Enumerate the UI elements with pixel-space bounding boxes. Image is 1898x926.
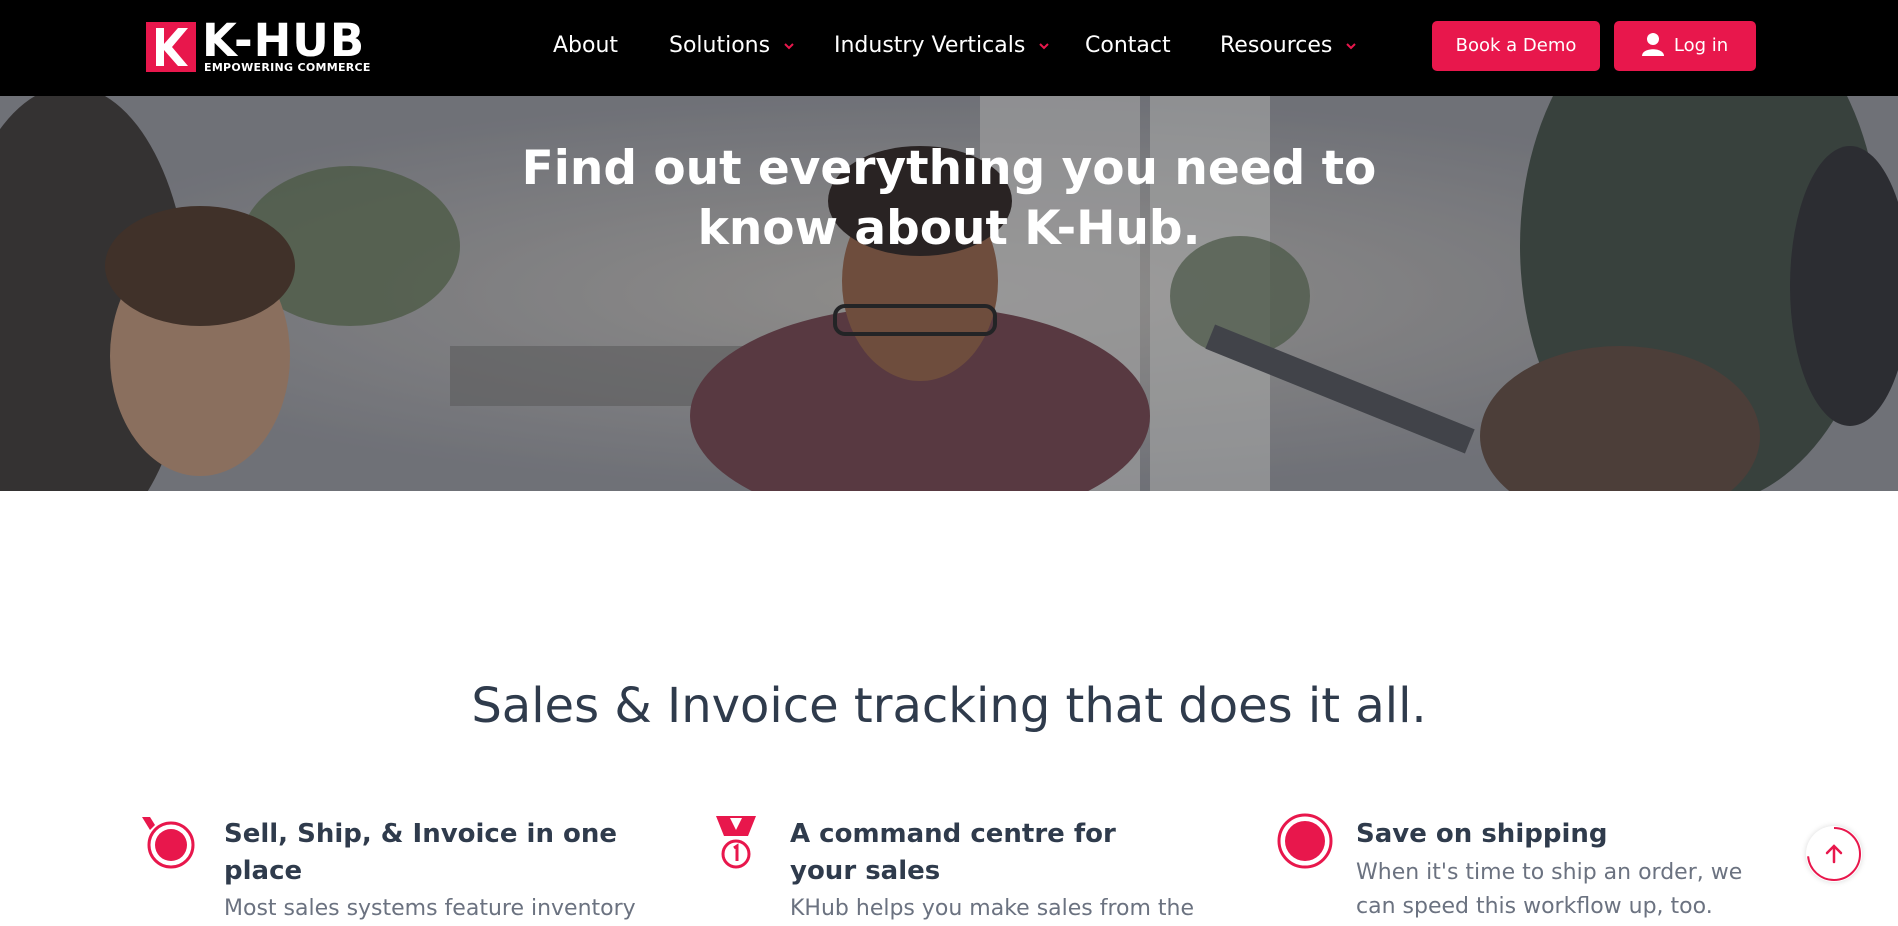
hero-title: Find out everything you need to know abo… xyxy=(521,141,1377,257)
section-title: Sales & Invoice tracking that does it al… xyxy=(471,677,1427,734)
login-label: Log in xyxy=(1673,35,1729,56)
nav-item-industry-verticals[interactable]: Industry Verticals xyxy=(834,28,1050,64)
book-demo-label: Book a Demo xyxy=(1455,35,1577,56)
logo-wordmark: K-HUB xyxy=(202,14,366,67)
feature-text: When it's time to ship an order, we can … xyxy=(1356,860,1743,919)
target-icon xyxy=(142,817,195,869)
chevron-down-icon xyxy=(784,42,794,49)
nav-item-label: Contact xyxy=(1085,33,1171,58)
top-navbar: K-HUB EMPOWERING COMMERCE About Solution… xyxy=(0,0,1898,96)
feature-text: KHub helps you make sales from the xyxy=(790,896,1195,921)
khub-logo[interactable]: K-HUB EMPOWERING COMMERCE xyxy=(146,16,376,74)
circle-icon xyxy=(1277,813,1333,869)
feature-text: Most sales systems feature inventory xyxy=(224,896,636,921)
nav-item-contact[interactable]: Contact xyxy=(1085,28,1171,64)
nav-item-label: Resources xyxy=(1220,33,1333,58)
nav-item-resources[interactable]: Resources xyxy=(1220,28,1357,64)
nav-item-label: About xyxy=(553,33,619,58)
feature-title: A command centre for your sales xyxy=(790,819,1116,886)
nav-item-label: Industry Verticals xyxy=(834,33,1026,58)
logo-mark-icon xyxy=(146,22,196,72)
book-demo-button[interactable]: Book a Demo xyxy=(1432,21,1600,71)
chevron-down-icon xyxy=(1039,42,1050,49)
login-button[interactable]: Log in xyxy=(1614,21,1756,71)
user-icon xyxy=(1641,33,1664,56)
nav-item-about[interactable]: About xyxy=(553,28,618,64)
nav-item-solutions[interactable]: Solutions xyxy=(669,28,794,64)
feature-title: Save on shipping xyxy=(1356,819,1608,849)
scroll-to-top-button[interactable] xyxy=(1806,826,1862,882)
medal-icon xyxy=(716,816,756,869)
arrow-up-icon xyxy=(1807,827,1861,881)
feature-title: Sell, Ship, & Invoice in one place xyxy=(224,819,618,886)
logo-tagline: EMPOWERING COMMERCE xyxy=(204,61,371,74)
chevron-down-icon xyxy=(1346,42,1357,49)
hero-banner: Find out everything you need to know abo… xyxy=(0,96,1898,491)
nav-item-label: Solutions xyxy=(669,33,771,58)
